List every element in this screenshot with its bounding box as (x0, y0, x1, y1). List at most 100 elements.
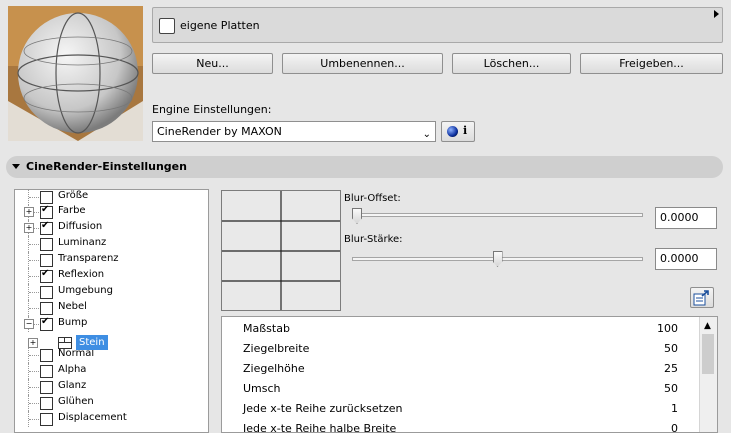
channel-label: Nebel (58, 301, 87, 312)
channel-checkbox[interactable] (40, 191, 53, 204)
channel-item[interactable]: Glühen (14, 395, 207, 411)
parameter-value[interactable]: 100 (657, 322, 678, 335)
channel-checkbox[interactable] (40, 204, 53, 219)
tree-line (29, 276, 39, 277)
channel-label: Reflexion (58, 269, 105, 280)
share-button[interactable]: Freigeben... (580, 53, 723, 74)
engine-settings-label: Engine Einstellungen: (152, 103, 272, 116)
render-engine-icon (447, 126, 458, 137)
channel-item[interactable]: Nebel (14, 300, 207, 316)
blur-offset-label: Blur-Offset: (344, 193, 401, 204)
channel-item[interactable]: + Diffusion (14, 220, 207, 236)
engine-select[interactable]: CineRender by MAXON ⌄ (152, 121, 436, 142)
sub-channel-label: Stein (76, 335, 108, 350)
parameter-value[interactable]: 1 (671, 402, 678, 415)
expand-arrow-icon[interactable] (714, 10, 719, 18)
parameter-row[interactable]: Ziegelhöhe 25 (222, 358, 698, 378)
section-header[interactable]: CineRender-Einstellungen (6, 156, 723, 178)
parameter-name: Jede x-te Reihe halbe Breite (243, 422, 397, 433)
scroll-up-icon[interactable]: ▲ (704, 321, 711, 331)
channel-label: Luminanz (58, 237, 107, 248)
parameter-name: Maßstab (243, 322, 290, 335)
tree-line (29, 419, 39, 420)
brick-icon (58, 337, 72, 349)
rename-button[interactable]: Umbenennen... (282, 53, 443, 74)
channel-label: Farbe (58, 205, 86, 216)
blur-offset-track[interactable] (352, 213, 643, 217)
channel-item[interactable]: + Farbe (14, 204, 207, 220)
channel-checkbox[interactable] (40, 220, 53, 235)
blur-strength-input[interactable]: 0.0000 (655, 248, 717, 270)
texture-preview (221, 190, 341, 311)
parameter-value[interactable]: 0 (671, 422, 678, 432)
channel-checkbox[interactable] (40, 316, 53, 331)
expand-icon[interactable]: + (24, 223, 34, 233)
channel-item[interactable]: Displacement (14, 411, 207, 427)
delete-button[interactable]: Löschen... (452, 53, 571, 74)
channel-item[interactable]: Normal (14, 347, 207, 363)
channel-item[interactable]: Luminanz (14, 236, 207, 252)
channel-label: Größe (58, 190, 89, 201)
expand-icon[interactable]: + (28, 338, 38, 348)
channel-label: Displacement (58, 412, 127, 423)
channel-checkbox[interactable] (40, 302, 53, 315)
blur-offset-slider[interactable] (352, 208, 362, 224)
section-title: CineRender-Einstellungen (26, 160, 187, 173)
tree-line (29, 244, 39, 245)
scrollbar[interactable]: ▲ (699, 317, 717, 432)
channel-item[interactable]: Umgebung (14, 284, 207, 300)
parameter-value[interactable]: 50 (664, 342, 678, 355)
blur-offset-input[interactable]: 0.0000 (655, 207, 717, 229)
channel-checkbox[interactable] (40, 413, 53, 426)
tree-line (29, 387, 39, 388)
own-plates-bar: eigene Platten (152, 7, 723, 43)
parameter-row[interactable]: Jede x-te Reihe halbe Breite 0 (222, 418, 698, 433)
tree-line (29, 371, 39, 372)
channel-label: Alpha (58, 364, 87, 375)
engine-info-button[interactable]: i (441, 121, 475, 142)
blur-strength-slider[interactable] (492, 251, 503, 267)
parameter-row[interactable]: Jede x-te Reihe zurücksetzen 1 (222, 398, 698, 418)
parameter-name: Umsch (243, 382, 281, 395)
parameter-list[interactable]: Maßstab 100 Ziegelbreite 50 Ziegelhöhe 25 Umsc… (221, 316, 718, 433)
channel-checkbox[interactable] (40, 365, 53, 378)
channel-checkbox[interactable] (40, 349, 53, 362)
apply-settings-button[interactable] (690, 287, 714, 308)
channel-label: Umgebung (58, 285, 113, 296)
own-plates-checkbox[interactable] (159, 18, 175, 34)
parameter-name: Ziegelbreite (243, 342, 310, 355)
channel-label: Bump (58, 317, 88, 328)
channel-item[interactable]: Alpha (14, 363, 207, 379)
parameter-row[interactable]: Umsch 50 (222, 378, 698, 398)
channel-item[interactable]: Reflexion (14, 268, 207, 284)
tree-line (29, 308, 39, 309)
scroll-thumb[interactable] (702, 334, 714, 374)
channel-checkbox[interactable] (40, 381, 53, 394)
tree-line (29, 355, 39, 356)
channel-item[interactable]: Glanz (14, 379, 207, 395)
blur-strength-label: Blur-Stärke: (344, 234, 403, 245)
channel-checkbox[interactable] (40, 268, 53, 283)
tree-line (29, 260, 39, 261)
collapse-icon[interactable]: − (24, 319, 34, 329)
channel-item[interactable]: Größe (14, 189, 207, 205)
parameter-value[interactable]: 25 (664, 362, 678, 375)
channel-item[interactable]: − Bump (14, 316, 207, 332)
channel-tree-rows: Größe + Farbe + Diffusion Luminanz Transparenz… (14, 189, 209, 433)
tree-line (29, 197, 39, 198)
channel-checkbox[interactable] (40, 254, 53, 267)
parameter-name: Ziegelhöhe (243, 362, 305, 375)
parameter-row[interactable]: Ziegelbreite 50 (222, 338, 698, 358)
parameter-value[interactable]: 50 (664, 382, 678, 395)
channel-item[interactable]: Transparenz (14, 252, 207, 268)
new-button[interactable]: Neu... (152, 53, 273, 74)
expand-icon[interactable]: + (24, 207, 34, 217)
chevron-down-icon: ⌄ (422, 129, 431, 140)
channel-checkbox[interactable] (40, 397, 53, 410)
channel-checkbox[interactable] (40, 286, 53, 299)
channel-checkbox[interactable] (40, 238, 53, 251)
parameter-row[interactable]: Maßstab 100 (222, 318, 698, 338)
channel-label: Glanz (58, 380, 87, 391)
collapse-triangle-icon (12, 164, 20, 169)
own-plates-label: eigene Platten (180, 19, 260, 32)
